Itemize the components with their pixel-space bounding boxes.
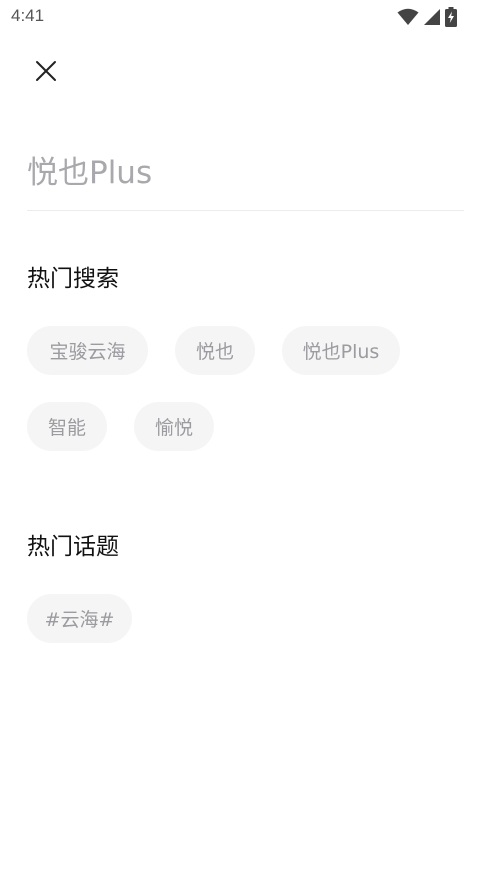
wifi-icon <box>397 8 419 30</box>
hot-search-tag[interactable]: 宝骏云海 <box>27 326 148 375</box>
status-bar: 4:41 <box>0 0 492 34</box>
hot-search-tag[interactable]: 愉悦 <box>134 402 214 451</box>
hot-search-tag[interactable]: 智能 <box>27 402 107 451</box>
search-input[interactable] <box>27 146 464 200</box>
cellular-signal-icon <box>423 8 441 30</box>
hot-search-title: 热门搜索 <box>27 266 119 292</box>
search-bar <box>27 140 464 211</box>
battery-charging-icon <box>445 7 457 31</box>
close-icon[interactable] <box>35 60 57 86</box>
hot-topic-tag[interactable]: #云海# <box>27 594 132 643</box>
status-time: 4:41 <box>11 6 45 25</box>
hot-search-tag[interactable]: 悦也Plus <box>282 326 400 375</box>
status-icons <box>397 7 457 31</box>
hot-search-tag[interactable]: 悦也 <box>175 326 255 375</box>
close-button[interactable] <box>26 53 66 93</box>
hot-topics-title: 热门话题 <box>27 534 119 560</box>
